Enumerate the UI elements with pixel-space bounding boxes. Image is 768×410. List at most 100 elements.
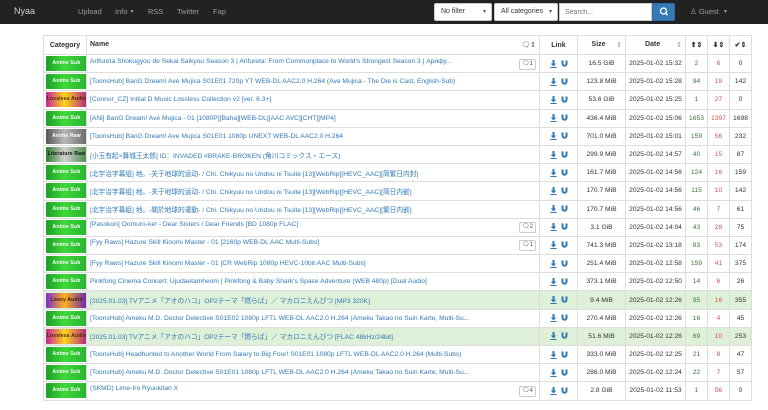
torrent-title-link[interactable]: [ToonsHub] Ameku M.D. Doctor Detective S… — [90, 315, 469, 322]
category-badge[interactable]: Anime Sub — [46, 56, 86, 72]
torrent-title-link[interactable]: [小玉有起×舞城王太郎] ID：INVADED #BRAKE-BROKEN (角… — [90, 150, 340, 160]
torrent-title-link[interactable]: [Fyy Raws] Hazure Skill Kinomi Master - … — [90, 239, 319, 246]
magnet-link-button[interactable] — [559, 278, 570, 286]
torrent-title-link[interactable]: Pinkfong Cinema Concert: Ujudaetamheom |… — [90, 278, 427, 285]
category-badge[interactable]: Anime Sub — [46, 74, 86, 90]
torrent-title-link[interactable]: [ANi] BanG Dream! Ave Mujica - 01 [1080P… — [90, 115, 336, 122]
torrent-title-link[interactable]: [北宇治字幕组] 地。-关于地球的运动- / Chi. Chikyuu no U… — [90, 168, 418, 178]
category-badge[interactable]: Lossy Audio — [46, 292, 86, 308]
nav-upload-link[interactable]: Upload — [78, 7, 102, 16]
category-badge[interactable]: Anime Sub — [46, 347, 86, 363]
magnet-link-button[interactable] — [559, 205, 570, 213]
download-torrent-button[interactable] — [548, 223, 559, 232]
download-torrent-button[interactable] — [548, 77, 559, 86]
category-badge[interactable]: Anime Raw — [46, 128, 86, 144]
magnet-link-button[interactable] — [559, 187, 570, 195]
comments-badge[interactable]: 🗨2 — [519, 222, 536, 234]
brand-logo[interactable]: Nyaa — [14, 6, 35, 16]
download-torrent-button[interactable] — [548, 114, 559, 123]
nav-twitter-link[interactable]: Twitter — [177, 7, 199, 16]
nav-info-dropdown[interactable]: Info ▼ — [115, 7, 134, 16]
chevron-down-icon: ▾ — [482, 9, 486, 15]
download-torrent-button[interactable] — [548, 277, 559, 286]
comments-sort-icon[interactable]: 🗨⇕ — [521, 41, 536, 49]
magnet-link-button[interactable] — [559, 96, 570, 104]
category-badge[interactable]: Anime Sub — [46, 310, 86, 326]
torrent-title-link[interactable]: [北宇治字幕组] 地。-关于地球的运动- / Chi. Chikyuu no U… — [90, 186, 412, 196]
torrent-title-link[interactable]: [2025.01.03] TVアニメ「アオのハコ」OP2テーマ「燃らば」／ マカ… — [90, 331, 393, 341]
magnet-link-button[interactable] — [559, 60, 570, 67]
comments-badge[interactable]: 🗨1 — [519, 58, 536, 70]
download-torrent-button[interactable] — [548, 150, 559, 159]
category-badge[interactable]: Literature Raw — [46, 147, 86, 163]
download-torrent-button[interactable] — [548, 368, 559, 377]
magnet-link-button[interactable] — [559, 314, 570, 322]
magnet-link-button[interactable] — [559, 296, 570, 304]
download-torrent-button[interactable] — [548, 332, 559, 341]
magnet-link-button[interactable] — [559, 387, 570, 395]
category-badge[interactable]: Anime Sub — [46, 274, 86, 290]
magnet-link-button[interactable] — [559, 223, 570, 231]
download-torrent-button[interactable] — [548, 296, 559, 305]
magnet-link-button[interactable] — [559, 351, 570, 358]
magnet-link-button[interactable] — [559, 369, 570, 377]
magnet-link-button[interactable] — [559, 132, 570, 140]
category-badge[interactable]: Anime Sub — [46, 219, 86, 235]
torrent-title-link[interactable]: [Connor_CZ] Initial D Music Lossless Col… — [90, 96, 271, 103]
download-torrent-button[interactable] — [548, 132, 559, 141]
category-select[interactable]: All categories ▾ — [494, 3, 558, 21]
download-torrent-button[interactable] — [548, 59, 559, 68]
magnet-link-button[interactable] — [559, 114, 570, 122]
filter-select[interactable]: No filter ▾ — [434, 3, 492, 21]
header-size[interactable]: Size ⇕ — [577, 35, 626, 55]
user-menu-dropdown[interactable]: ♙ Guest ▼ — [690, 7, 728, 16]
download-torrent-button[interactable] — [548, 386, 559, 395]
header-name[interactable]: Name 🗨⇕ — [86, 35, 540, 55]
header-date[interactable]: Date ⇕ — [625, 35, 686, 55]
torrent-title-link[interactable]: [Pasokon] Oomuro-ke! - Dear Sisters / De… — [90, 221, 298, 228]
magnet-link-button[interactable] — [559, 260, 570, 267]
download-torrent-button[interactable] — [548, 168, 559, 177]
category-badge[interactable]: Anime Sub — [46, 256, 86, 272]
magnet-link-button[interactable] — [559, 241, 570, 249]
category-badge[interactable]: Anime Sub — [46, 365, 86, 381]
torrent-title-link[interactable]: [Fyy Raws] Hazure Skill Kinomi Master - … — [90, 260, 366, 267]
header-leechers[interactable]: ⬇⇕ — [707, 35, 730, 55]
torrent-title-link[interactable]: [北宇治字幕組] 地。-關於地球的運動- / Chi. Chikyuu no U… — [90, 204, 412, 214]
search-input[interactable] — [559, 3, 652, 21]
magnet-link-button[interactable] — [559, 332, 570, 340]
header-completed[interactable]: ✔⇕ — [729, 35, 752, 55]
magnet-link-button[interactable] — [559, 151, 570, 158]
category-badge[interactable]: Anime Sub — [46, 237, 86, 253]
nav-rss-link[interactable]: RSS — [148, 7, 163, 16]
header-seeders[interactable]: ⬆⇕ — [685, 35, 708, 55]
torrent-title-link[interactable]: [ToonsHub] Ameku M.D. Doctor Detective S… — [90, 369, 469, 376]
download-torrent-button[interactable] — [548, 314, 559, 323]
magnet-link-button[interactable] — [559, 78, 570, 86]
nav-fap-link[interactable]: Fap — [213, 7, 226, 16]
category-badge[interactable]: Anime Sub — [46, 201, 86, 217]
category-badge[interactable]: Anime Sub — [46, 165, 86, 181]
category-badge[interactable]: Lossless Audio — [46, 92, 86, 108]
download-torrent-button[interactable] — [548, 350, 559, 359]
download-torrent-button[interactable] — [548, 205, 559, 214]
category-badge[interactable]: Anime Sub — [46, 383, 86, 399]
comments-badge[interactable]: 🗨4 — [519, 385, 536, 397]
magnet-link-button[interactable] — [559, 169, 570, 176]
download-torrent-button[interactable] — [548, 95, 559, 104]
torrent-title-link[interactable]: [ToonsHub] Headhunted to Another World F… — [90, 351, 461, 358]
download-torrent-button[interactable] — [548, 186, 559, 195]
torrent-title-link[interactable]: [ToonsHub] BanG Dream! Ave Mujica S01E01… — [90, 133, 343, 140]
category-badge[interactable]: Anime Sub — [46, 110, 86, 126]
download-torrent-button[interactable] — [548, 259, 559, 268]
torrent-title-link[interactable]: [2025.01.03] TVアニメ「アオのハコ」OP2テーマ「燃らば」／ マカ… — [90, 295, 370, 305]
torrent-title-link[interactable]: (SKMD) Lime-Iro Ryuukitan X — [90, 385, 178, 392]
category-badge[interactable]: Anime Sub — [46, 183, 86, 199]
download-torrent-button[interactable] — [548, 241, 559, 250]
torrent-title-link[interactable]: Arifureta Shokugyou de Sekai Saikyou Sea… — [90, 58, 452, 65]
category-badge[interactable]: Lossless Audio — [46, 328, 86, 344]
comments-badge[interactable]: 🗨1 — [519, 240, 536, 252]
torrent-title-link[interactable]: [ToonsHub] BanG Dream! Ave Mujica S01E01… — [90, 78, 455, 85]
search-button[interactable] — [652, 3, 675, 21]
header-category[interactable]: Category — [43, 35, 87, 55]
